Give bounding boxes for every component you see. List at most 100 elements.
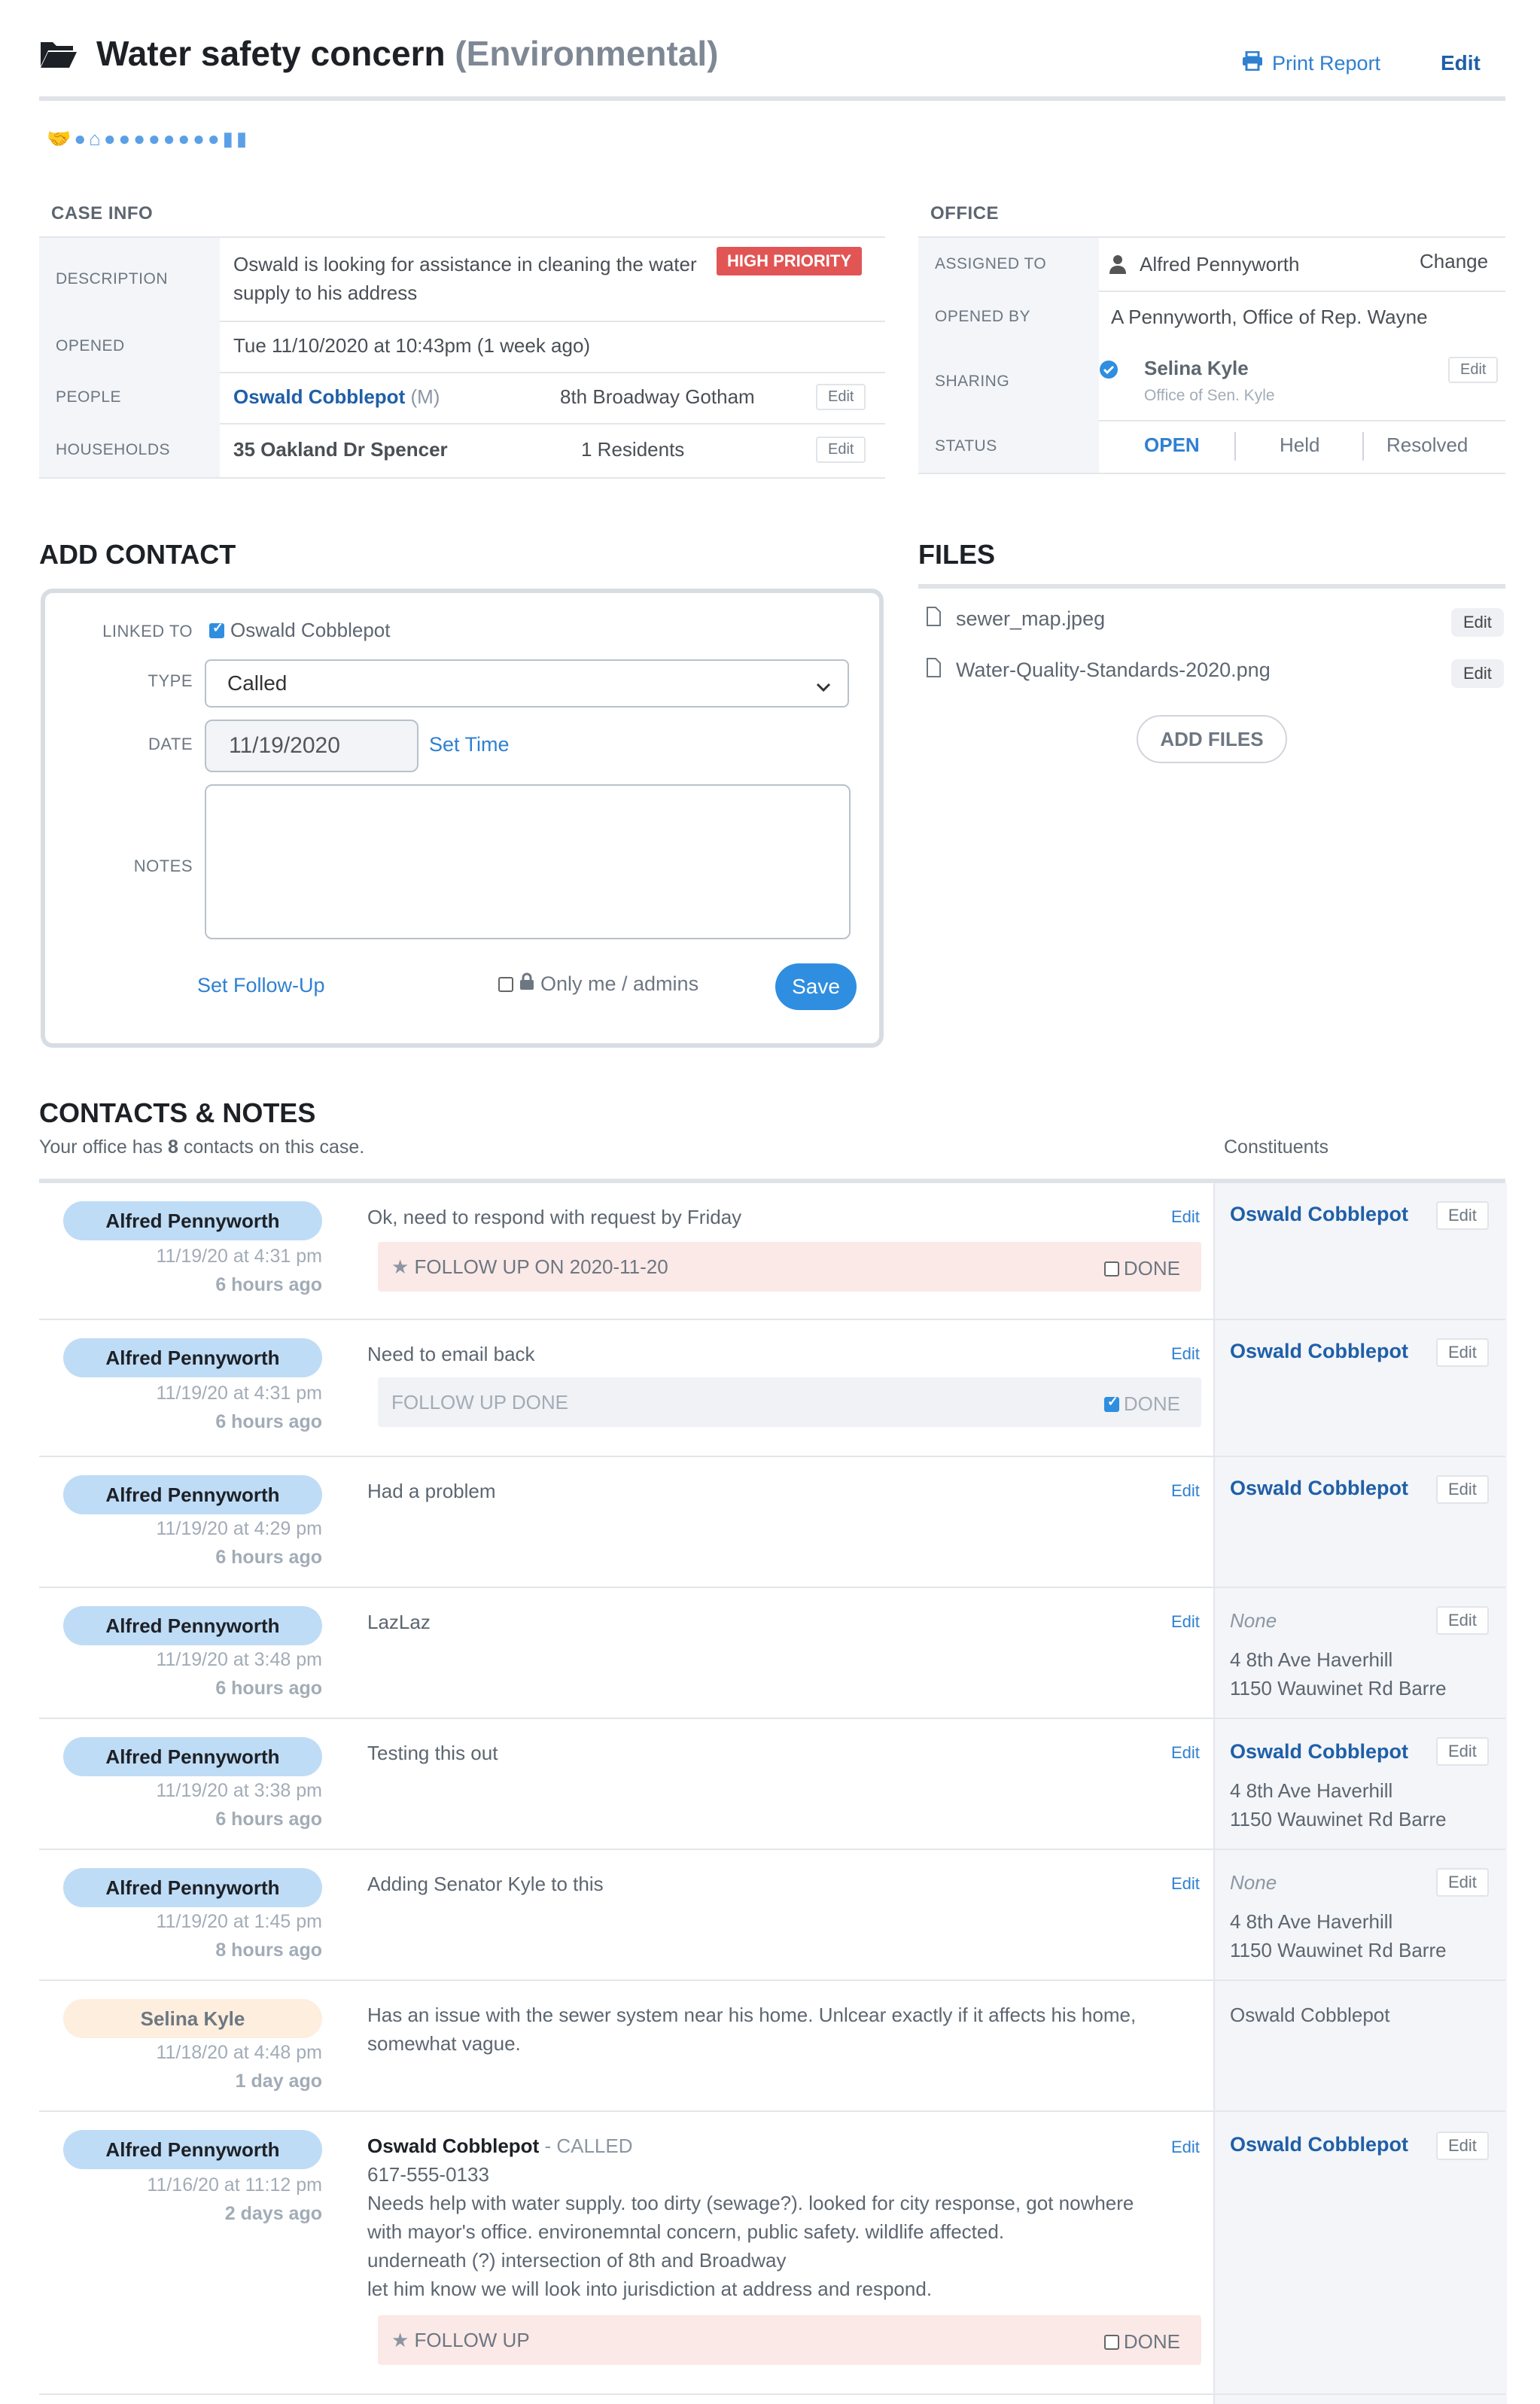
set-follow-up-link[interactable]: Set Follow-Up bbox=[197, 974, 325, 997]
sharing-row: SHARING Selina Kyle Office of Sen. Kyle … bbox=[918, 343, 1505, 421]
edit-people-button[interactable]: Edit bbox=[816, 384, 866, 410]
constituent-link[interactable]: Oswald Cobblepot bbox=[1230, 1740, 1408, 1763]
file-item[interactable]: sewer_map.jpeg bbox=[926, 607, 1105, 631]
edit-file-button[interactable]: Edit bbox=[1451, 608, 1504, 637]
edit-constituent-button[interactable]: Edit bbox=[1436, 1606, 1489, 1635]
edit-note-link[interactable]: Edit bbox=[1171, 1612, 1200, 1632]
author-pill[interactable]: Alfred Pennyworth bbox=[63, 1868, 322, 1907]
done-checkbox[interactable] bbox=[1103, 1261, 1119, 1277]
file-name[interactable]: sewer_map.jpeg bbox=[956, 607, 1105, 631]
follow-up-box: FOLLOW UP DONE DONE bbox=[378, 1377, 1201, 1427]
description-text: Oswald is looking for assistance in clea… bbox=[233, 253, 697, 304]
done-label: DONE bbox=[1123, 1392, 1180, 1415]
people-row: PEOPLE Oswald Cobblepot (M) 8th Broadway… bbox=[39, 372, 885, 425]
status-label: STATUS bbox=[918, 420, 1099, 473]
date-input[interactable]: 11/19/2020 bbox=[205, 720, 418, 772]
author-pill[interactable]: Alfred Pennyworth bbox=[63, 1201, 322, 1240]
constituent-address: 4 8th Ave Haverhill bbox=[1230, 1910, 1393, 1933]
done-label: DONE bbox=[1123, 2330, 1180, 2353]
assigned-label: ASSIGNED TO bbox=[918, 238, 1099, 291]
done-toggle[interactable]: DONE bbox=[1103, 1392, 1180, 1416]
done-toggle[interactable]: DONE bbox=[1103, 1257, 1180, 1280]
opened-label: OPENED bbox=[39, 321, 220, 372]
person-link[interactable]: Oswald Cobblepot bbox=[233, 385, 405, 408]
add-files-button[interactable]: ADD FILES bbox=[1137, 715, 1287, 763]
edit-constituent-button[interactable]: Edit bbox=[1436, 1338, 1489, 1367]
contact-note: Oswald Cobblepot - CALLED 617-555-0133 N… bbox=[367, 2132, 1165, 2303]
contact-note: Ok, need to respond with request by Frid… bbox=[367, 1206, 742, 1228]
edit-note-link[interactable]: Edit bbox=[1171, 1344, 1200, 1364]
contact-date: 11/19/20 at 4:31 pm bbox=[156, 1383, 322, 1404]
private-toggle[interactable]: Only me / admins bbox=[498, 972, 698, 996]
edit-sharing-button[interactable]: Edit bbox=[1448, 357, 1499, 383]
edit-constituent-button[interactable]: Edit bbox=[1436, 1868, 1489, 1897]
house-icon: ⌂ bbox=[89, 127, 101, 150]
done-toggle[interactable]: DONE bbox=[1103, 2330, 1180, 2354]
type-select[interactable]: Called bbox=[205, 659, 849, 708]
constituent-address: 4 8th Ave Haverhill bbox=[1230, 1779, 1393, 1802]
files-heading: FILES bbox=[918, 539, 996, 570]
contacts-heading: CONTACTS & NOTES bbox=[39, 1097, 316, 1128]
print-report-link[interactable]: Print Report bbox=[1242, 50, 1380, 76]
edit-note-link[interactable]: Edit bbox=[1171, 1743, 1200, 1763]
linked-to-value: Oswald Cobblepot bbox=[230, 619, 391, 641]
assigned-to-value: Alfred Pennyworth bbox=[1140, 253, 1300, 275]
author-pill[interactable]: Selina Kyle bbox=[63, 1999, 322, 2038]
edit-note-link[interactable]: Edit bbox=[1171, 1207, 1200, 1227]
done-checkbox[interactable] bbox=[1103, 1394, 1119, 1412]
page-title: Water safety concern (Environmental) bbox=[96, 33, 719, 74]
edit-note-link[interactable]: Edit bbox=[1171, 1874, 1200, 1894]
file-icon bbox=[926, 658, 941, 683]
constituent-link[interactable]: Oswald Cobblepot bbox=[1230, 1477, 1408, 1500]
save-button[interactable]: Save bbox=[775, 963, 857, 1010]
linked-checkbox[interactable] bbox=[209, 620, 224, 638]
constituent-name: Oswald Cobblepot bbox=[1230, 2004, 1390, 2026]
edit-file-button[interactable]: Edit bbox=[1451, 659, 1504, 688]
constituent-address: 1150 Wauwinet Rd Barre bbox=[1230, 1808, 1447, 1830]
case-page: Water safety concern (Environmental) Pri… bbox=[0, 0, 1540, 2404]
constituent-address: 1150 Wauwinet Rd Barre bbox=[1230, 1677, 1447, 1700]
set-time-link[interactable]: Set Time bbox=[429, 733, 510, 756]
constituent-link[interactable]: Oswald Cobblepot bbox=[1230, 1340, 1408, 1363]
author-pill[interactable]: Alfred Pennyworth bbox=[63, 1475, 322, 1514]
file-name[interactable]: Water-Quality-Standards-2020.png bbox=[956, 659, 1271, 682]
contact-ago: 6 hours ago bbox=[215, 1678, 322, 1699]
constituent-none: None bbox=[1230, 1871, 1277, 1894]
done-checkbox[interactable] bbox=[1103, 2334, 1119, 2350]
edit-constituent-button[interactable]: Edit bbox=[1436, 2132, 1489, 2160]
contact-date: 11/19/20 at 1:45 pm bbox=[156, 1911, 322, 1932]
author-pill[interactable]: Alfred Pennyworth bbox=[63, 1737, 322, 1776]
author-pill[interactable]: Alfred Pennyworth bbox=[63, 1338, 322, 1377]
activity-icons: 🤝 ● ⌂ ● ● ● ● ● ● ● ● ▮ ▮ bbox=[47, 126, 247, 151]
edit-constituent-button[interactable]: Edit bbox=[1436, 1201, 1489, 1230]
status-held[interactable]: Held bbox=[1280, 434, 1319, 457]
file-item[interactable]: Water-Quality-Standards-2020.png bbox=[926, 658, 1271, 683]
change-assignee-link[interactable]: Change bbox=[1420, 247, 1488, 275]
document-icon: ▮ bbox=[222, 127, 233, 150]
printer-icon bbox=[1242, 50, 1263, 76]
private-checkbox[interactable] bbox=[498, 976, 513, 992]
contact-ago: 2 days ago bbox=[224, 2203, 322, 2224]
notes-label: NOTES bbox=[133, 857, 193, 875]
status-divider bbox=[1234, 432, 1236, 461]
notes-textarea[interactable] bbox=[205, 784, 851, 939]
edit-case-button[interactable]: Edit bbox=[1441, 51, 1481, 75]
case-title: Water safety concern bbox=[96, 34, 446, 73]
households-row: HOUSEHOLDS 35 Oakland Dr Spencer 1 Resid… bbox=[39, 423, 885, 479]
linked-to-field[interactable]: Oswald Cobblepot bbox=[209, 619, 390, 642]
constituent-link[interactable]: Oswald Cobblepot bbox=[1230, 2133, 1408, 2156]
edit-constituent-button[interactable]: Edit bbox=[1436, 1737, 1489, 1766]
edit-households-button[interactable]: Edit bbox=[816, 437, 866, 463]
date-label: DATE bbox=[148, 735, 193, 753]
edit-constituent-button[interactable]: Edit bbox=[1436, 1475, 1489, 1504]
edit-note-link[interactable]: Edit bbox=[1171, 1481, 1200, 1501]
status-open[interactable]: OPEN bbox=[1144, 434, 1200, 457]
author-pill[interactable]: Alfred Pennyworth bbox=[63, 1606, 322, 1645]
status-resolved[interactable]: Resolved bbox=[1386, 434, 1468, 457]
follow-up-text: FOLLOW UP ON 2020-11-20 bbox=[414, 1255, 668, 1278]
constituent-link[interactable]: Oswald Cobblepot bbox=[1230, 1203, 1408, 1226]
author-pill[interactable]: Alfred Pennyworth bbox=[63, 2130, 322, 2169]
opened-by-row: OPENED BY A Pennyworth, Office of Rep. W… bbox=[918, 291, 1505, 345]
edit-note-link[interactable]: Edit bbox=[1171, 2138, 1200, 2157]
household-link[interactable]: 35 Oakland Dr Spencer bbox=[233, 435, 448, 464]
